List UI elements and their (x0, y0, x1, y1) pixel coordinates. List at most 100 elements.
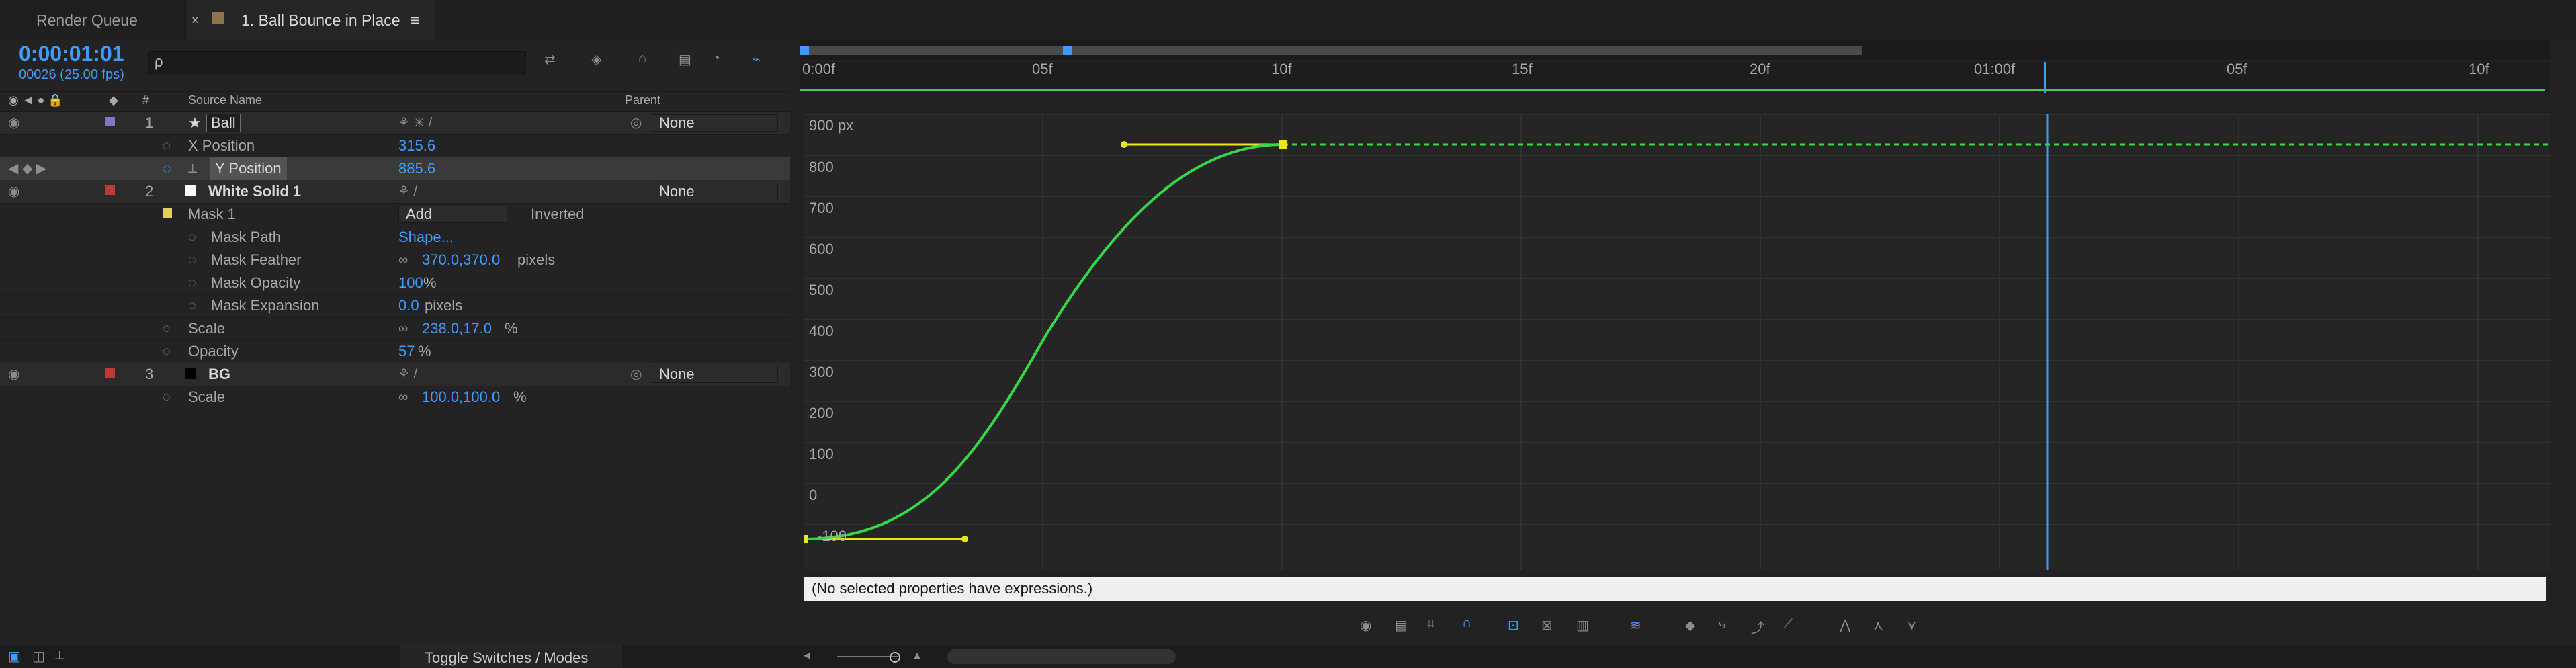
ease-icon[interactable]: ⟋ (1783, 617, 1793, 632)
switches-icon[interactable]: ⚘ ✳ / (398, 112, 432, 134)
eye-icon[interactable]: ◉ (8, 363, 19, 386)
prop-opacity[interactable]: ◌ Opacity 57 % (0, 340, 790, 364)
label-color-icon[interactable] (105, 185, 115, 195)
prop-value[interactable]: 57 (398, 340, 415, 363)
graph-editor-icon[interactable]: ⌁ (753, 51, 761, 68)
zoom-out-icon[interactable]: ◂ (804, 646, 810, 663)
prop-value[interactable]: 100 (398, 272, 423, 294)
switches-icon[interactable]: ⚘ / (398, 363, 417, 386)
layer-row-1[interactable]: ◉ 1 ★ Ball ⚘ ✳ / ◎ None (0, 112, 790, 135)
comp-flow-icon[interactable]: ◈ (591, 51, 601, 68)
switches-icon[interactable]: ⚘ / (398, 180, 417, 203)
prop-mask-expansion[interactable]: ◌ Mask Expansion 0.0 pixels (0, 294, 790, 318)
eye-icon[interactable]: ◉ (1360, 617, 1371, 634)
graph-type-icon[interactable]: ▥ (1576, 617, 1589, 634)
y-axis-label: -100 (817, 528, 847, 544)
stopwatch-icon[interactable]: ◌ (188, 294, 196, 317)
parent-dropdown[interactable]: None (652, 114, 778, 132)
link-icon[interactable]: ∞ (398, 317, 408, 340)
search-input[interactable]: ρ (148, 51, 526, 75)
comp-flowchart-icon[interactable]: ▣ (8, 648, 21, 665)
prop-mask-1[interactable]: Mask 1 Add Inverted (0, 203, 790, 226)
link-icon[interactable]: ∞ (398, 249, 408, 272)
prop-value[interactable]: 315.6 (398, 134, 435, 157)
frame-all-icon[interactable]: ⊠ (1541, 617, 1553, 634)
stopwatch-icon[interactable]: ◌ (188, 272, 196, 294)
toggle-switches-button[interactable]: Toggle Switches / Modes (400, 645, 622, 668)
motion-blur-icon[interactable]: ◔ (712, 51, 720, 67)
layer-name[interactable]: BG (208, 363, 230, 386)
eye-icon[interactable]: ◉ (8, 180, 19, 203)
snap-icon[interactable]: ∩ (1462, 616, 1471, 631)
tab-ball-bounce[interactable]: × 1. Ball Bounce in Place ≡ (185, 0, 435, 40)
prop-mask-opacity[interactable]: ◌ Mask Opacity 100 % (0, 272, 790, 295)
graph-area[interactable]: 900 px 800 700 600 500 400 300 200 100 0… (804, 114, 2550, 570)
range-end-handle[interactable] (1063, 46, 1072, 55)
stopwatch-icon[interactable]: ◌ (163, 317, 171, 340)
tab-render-queue[interactable]: Render Queue (36, 0, 144, 40)
label-color-icon[interactable] (105, 368, 115, 378)
keyframe-nav-icon[interactable]: ◀ ◆ ▶ (8, 157, 46, 180)
stopwatch-icon[interactable]: ◌ (188, 249, 196, 272)
zoom-handle[interactable] (890, 652, 900, 663)
reference-icon[interactable]: ≋ (1630, 617, 1641, 634)
playhead[interactable] (2044, 62, 2046, 93)
prop-scale[interactable]: ◌ Scale ∞ 238.0,17.0 % (0, 317, 790, 341)
prop-y-position[interactable]: ◀ ◆ ▶ ◌ ⟂ Y Position 885.6 (0, 157, 790, 181)
time-range-bar[interactable] (800, 46, 1862, 55)
work-area-bar[interactable] (800, 89, 2545, 91)
layer-name[interactable]: Ball (206, 114, 241, 132)
time-navigator[interactable] (800, 40, 2550, 60)
stopwatch-icon[interactable]: ◌ (188, 226, 196, 249)
ease-out-icon[interactable]: ⤴ (1751, 617, 1764, 636)
toggle-icon[interactable]: ⟂ (55, 648, 64, 663)
prop-value[interactable]: 238.0,17.0 (422, 317, 492, 340)
prop-label: Opacity (188, 343, 239, 360)
zoom-in-icon[interactable]: ▴ (914, 646, 920, 663)
menu-icon[interactable]: ≡ (411, 0, 419, 40)
prop-scale-2[interactable]: ◌ Scale ∞ 100.0,100.0 % (0, 386, 790, 409)
parent-dropdown[interactable]: None (652, 366, 778, 383)
stopwatch-icon[interactable]: ◌ (163, 386, 171, 409)
easy-ease-out-icon[interactable]: ⋎ (1907, 617, 1917, 634)
current-time[interactable]: 0:00:01:01 (19, 42, 124, 67)
prop-value[interactable]: 885.6 (398, 157, 435, 180)
prop-value[interactable]: 100.0,100.0 (422, 386, 500, 409)
parent-dropdown[interactable]: None (652, 183, 778, 200)
easy-ease-in-icon[interactable]: ⋏ (1873, 617, 1883, 634)
stopwatch-icon[interactable]: ◌ (163, 134, 171, 157)
prop-mask-feather[interactable]: ◌ Mask Feather ∞ 370.0,370.0 pixels (0, 249, 790, 272)
diamond-icon[interactable]: ◆ (1685, 617, 1695, 634)
transform-icon[interactable]: ⌗ (1427, 617, 1434, 632)
graph-tools-icon[interactable]: ⇄ (544, 51, 556, 68)
layer-name[interactable]: White Solid 1 (208, 180, 301, 203)
stopwatch-icon[interactable]: ◌ (163, 157, 171, 180)
prop-value[interactable]: 0.0 (398, 294, 419, 317)
time-scroll[interactable] (947, 649, 1176, 664)
ease-in-icon[interactable]: ⤷ (1719, 617, 1726, 632)
stopwatch-icon[interactable]: ◌ (163, 340, 171, 363)
edit-icon[interactable]: ▤ (1395, 617, 1408, 634)
prop-value[interactable]: 370.0,370.0 (422, 249, 500, 272)
zoom-slider[interactable] (837, 656, 898, 657)
close-icon[interactable]: × (191, 0, 199, 40)
prop-value[interactable]: Shape... (398, 226, 454, 249)
link-icon[interactable]: ∞ (398, 386, 408, 409)
mask-mode-dropdown[interactable]: Add (398, 206, 507, 223)
prop-x-position[interactable]: ◌ X Position 315.6 (0, 134, 790, 158)
eye-icon[interactable]: ◉ (8, 112, 19, 134)
layer-icon[interactable]: ◫ (32, 648, 45, 665)
fit-icon[interactable]: ⊡ (1508, 617, 1519, 634)
layer-row-2[interactable]: ◉ 2 White Solid 1 ⚘ / None (0, 180, 790, 204)
time-ruler[interactable]: 0:00f 05f 10f 15f 20f 01:00f 05f 10f (800, 60, 2550, 93)
shy-icon[interactable]: ⌂ (638, 51, 646, 67)
frame-blend-icon[interactable]: ▤ (679, 51, 691, 68)
prop-mask-path[interactable]: ◌ Mask Path Shape... (0, 226, 790, 249)
y-axis-label: 600 (809, 241, 834, 257)
pickwhip-icon[interactable]: ◎ (630, 112, 642, 134)
range-start-handle[interactable] (800, 46, 809, 55)
label-color-icon[interactable] (105, 117, 115, 126)
easy-ease-icon[interactable]: ⋀ (1840, 617, 1850, 634)
layer-row-3[interactable]: ◉ 3 BG ⚘ / ◎ None (0, 363, 790, 386)
pickwhip-icon[interactable]: ◎ (630, 363, 642, 386)
